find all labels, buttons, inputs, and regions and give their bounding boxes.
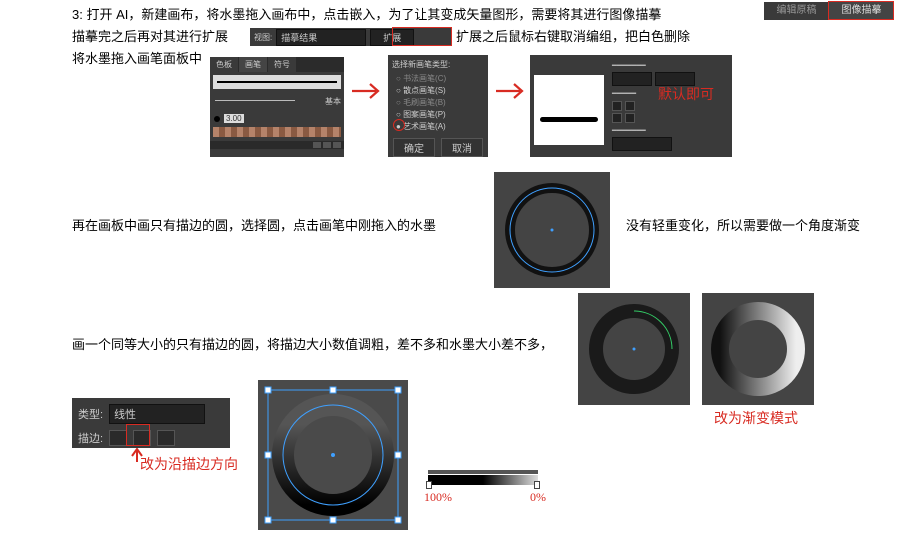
type-dropdown[interactable]: 线性 — [109, 404, 205, 424]
stroke-opt-3[interactable] — [157, 430, 175, 446]
opt-5[interactable]: ● 艺术画笔(A) — [396, 121, 484, 132]
opt-2[interactable]: ○ 散点画笔(S) — [396, 85, 484, 96]
opacity-0: 0% — [530, 490, 546, 505]
arrow-icon — [494, 80, 528, 102]
arrow-icon — [350, 80, 384, 102]
brush-basic-label: 基本 — [325, 96, 341, 107]
edit-original-btn[interactable]: 编辑原稿 — [764, 2, 829, 20]
opt-1[interactable]: ○ 书法画笔(C) — [396, 73, 484, 84]
stroke-opt-1[interactable] — [109, 430, 127, 446]
step3-line1: 3: 打开 AI，新建画布，将水墨拖入画布中，点击嵌入，为了让其变成矢量图形，需… — [72, 6, 661, 24]
view-dropdown[interactable]: 描摹结果 — [276, 29, 366, 46]
brush-panel: 色板 画笔 符号 基本 3.00 — [210, 57, 344, 157]
gradient-mode-note: 改为渐变模式 — [714, 408, 798, 428]
view-label: 视图: — [254, 32, 272, 43]
step3-line2b: 扩展之后鼠标右键取消编组，把白色删除 — [456, 28, 690, 46]
opacity-100: 100% — [424, 490, 452, 505]
row2-right: 没有轻重变化，所以需要做一个角度渐变 — [626, 217, 860, 235]
row2-left: 再在画板中画只有描边的圆，选择圆，点击画笔中刚拖入的水墨 — [72, 217, 436, 235]
dialog-title: 选择新画笔类型: — [392, 59, 484, 70]
dialog-cancel[interactable]: 取消 — [441, 138, 483, 157]
tab-swatch[interactable]: 色板 — [210, 57, 238, 72]
gradient-ring-1 — [578, 293, 690, 405]
tab-symbol[interactable]: 符号 — [268, 57, 296, 72]
editable-ring — [258, 380, 408, 530]
artbrush-options-panel: ━━━━━━━ ━━━━━ ━━━━━━━ — [530, 55, 732, 157]
brush-size: 3.00 — [224, 114, 244, 123]
step3-line2a: 描摹完之后再对其进行扩展 — [72, 28, 228, 46]
dialog-ok[interactable]: 确定 — [393, 138, 435, 157]
new-brush-dialog: 选择新画笔类型: ○ 书法画笔(C) ○ 散点画笔(S) ○ 毛刷画笔(B) ○… — [388, 55, 488, 157]
opacity-gradient[interactable] — [428, 470, 538, 485]
row3-left: 画一个同等大小的只有描边的圆，将描边大小数值调粗，差不多和水墨大小差不多， — [72, 336, 553, 354]
ink-ring-preview — [494, 172, 610, 288]
opt-4[interactable]: ○ 图案画笔(P) — [396, 109, 484, 120]
opt-3[interactable]: ○ 毛刷画笔(B) — [396, 97, 484, 108]
type-label: 类型: — [78, 406, 103, 422]
step3-line3: 将水墨拖入画笔面板中 — [72, 50, 202, 68]
stroke-label: 描边: — [78, 430, 103, 446]
gradient-ring-2 — [702, 293, 814, 405]
gradient-panel: 类型: 线性 描边: — [72, 398, 230, 448]
dot-icon — [214, 116, 220, 122]
along-stroke-note: 改为沿描边方向 — [140, 454, 238, 474]
default-note: 默认即可 — [658, 84, 714, 104]
tab-brush[interactable]: 画笔 — [239, 57, 267, 72]
